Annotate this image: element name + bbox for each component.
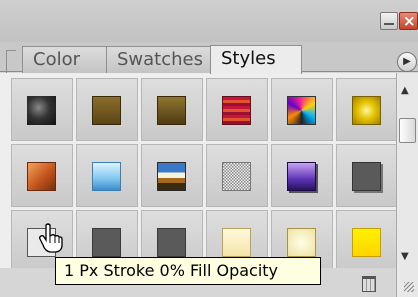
style-swatch-sunset	[27, 162, 56, 191]
style-swatch-chaos	[287, 96, 316, 125]
style-preset-smoke[interactable]	[11, 78, 73, 141]
minimize-icon[interactable]	[380, 12, 398, 30]
style-swatch-cream2	[287, 228, 316, 257]
style-swatch-brown	[92, 96, 121, 125]
close-icon[interactable]: ×	[399, 12, 418, 30]
style-swatch-gray	[92, 228, 121, 257]
style-swatch-gold	[352, 96, 381, 125]
style-swatch-gray	[157, 228, 186, 257]
style-swatch-yellow	[352, 228, 381, 257]
scroll-down-icon[interactable]: ▼	[401, 251, 409, 262]
resize-grip-icon[interactable]	[404, 282, 414, 292]
style-swatch-brown2	[157, 96, 186, 125]
style-preset-darkgray[interactable]	[336, 144, 398, 207]
tab-bar-edge	[6, 50, 16, 73]
style-swatch-purple	[287, 162, 316, 191]
tab-color[interactable]: Color	[22, 46, 110, 73]
flyout-menu-icon[interactable]: ▶	[397, 52, 417, 72]
style-tooltip: 1 Px Stroke 0% Fill Opacity	[55, 257, 321, 285]
style-preset-brown2[interactable]	[141, 78, 203, 141]
panel-titlebar: ×	[0, 0, 418, 42]
close-glyph: ×	[403, 12, 416, 30]
style-swatch-cream	[222, 228, 251, 257]
tab-swatches[interactable]: Swatches	[106, 46, 214, 73]
style-swatch-darkgray	[352, 162, 381, 191]
scrollbar[interactable]: ▲ ▼	[396, 73, 418, 297]
trash-icon[interactable]	[362, 276, 376, 292]
style-preset-brown[interactable]	[76, 78, 138, 141]
style-swatch-smoke	[27, 96, 56, 125]
style-preset-noise[interactable]	[206, 144, 268, 207]
scroll-up-icon[interactable]: ▲	[401, 85, 409, 96]
tab-styles[interactable]: Styles	[210, 45, 302, 74]
style-preset-gold[interactable]	[336, 78, 398, 141]
style-preset-blue[interactable]	[76, 144, 138, 207]
style-preset-sunset[interactable]	[11, 144, 73, 207]
style-preset-yellow[interactable]	[336, 210, 398, 273]
styles-grid	[11, 78, 398, 273]
style-preset-purple[interactable]	[271, 144, 333, 207]
style-swatch-stripes	[222, 96, 251, 125]
tab-bar: Color Swatches Styles	[0, 42, 418, 74]
style-swatch-blue	[92, 162, 121, 191]
style-preset-chaos[interactable]	[271, 78, 333, 141]
style-swatch-noise	[222, 162, 251, 191]
scroll-thumb[interactable]	[399, 118, 416, 143]
hand-cursor-icon	[39, 223, 63, 253]
style-swatch-landscape	[157, 162, 186, 191]
style-preset-stripes[interactable]	[206, 78, 268, 141]
style-preset-landscape[interactable]	[141, 144, 203, 207]
